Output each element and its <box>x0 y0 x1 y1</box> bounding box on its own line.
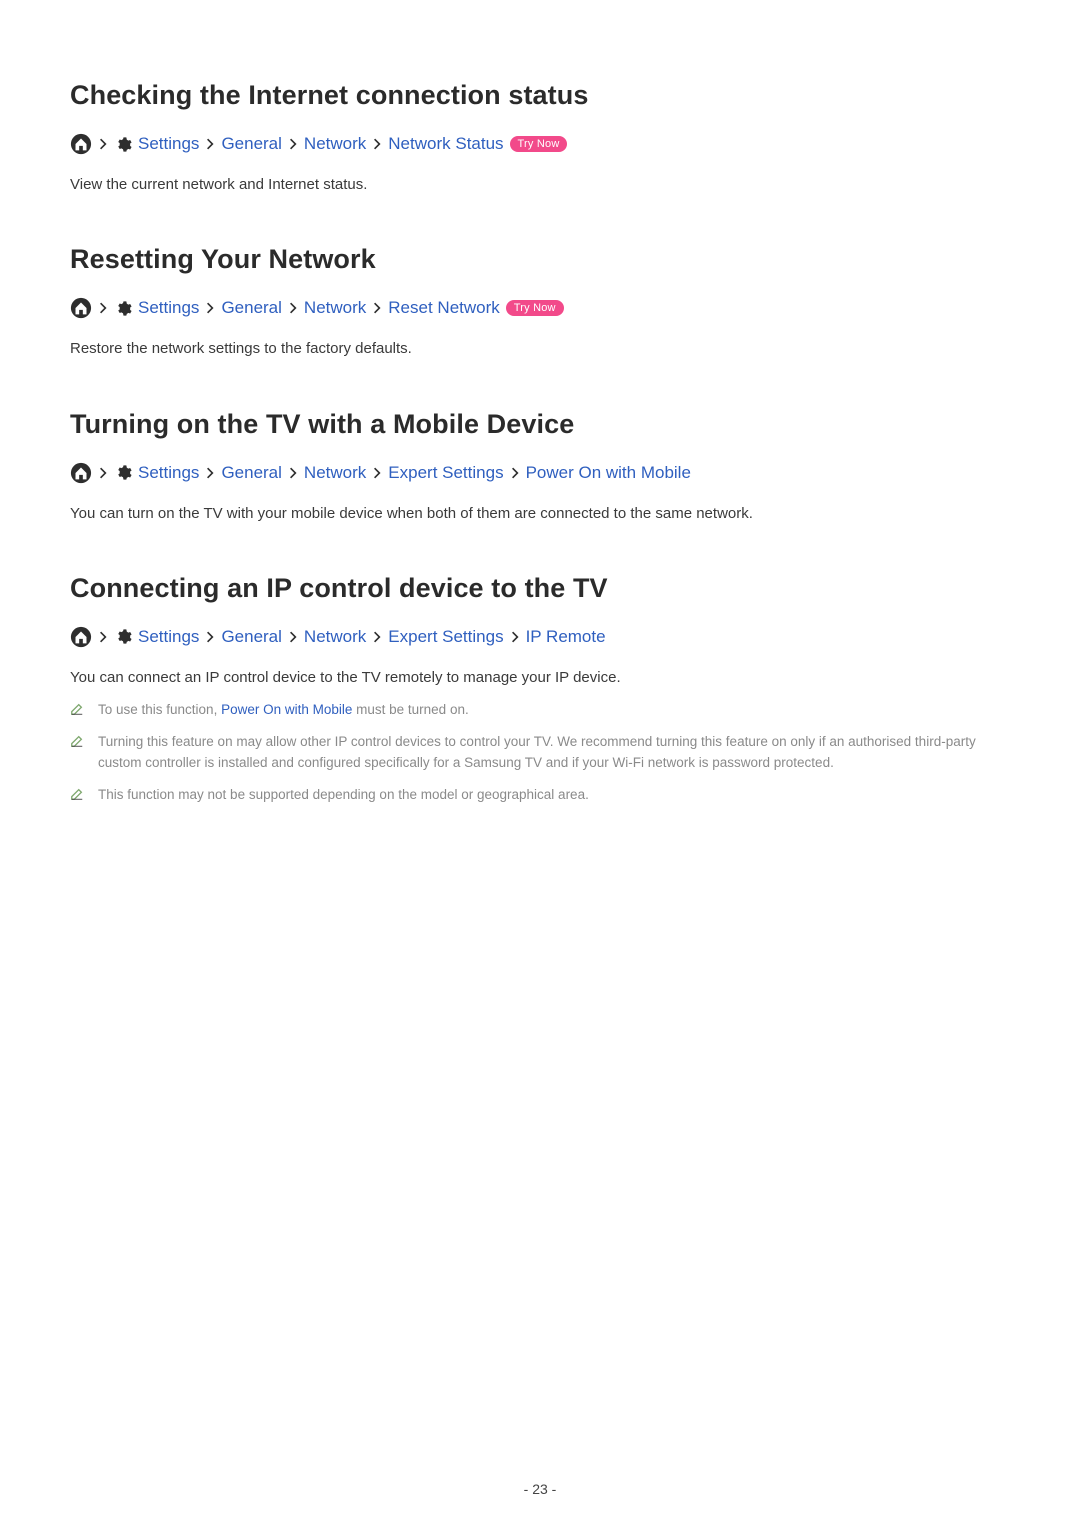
chevron-right-icon <box>205 630 215 644</box>
chevron-right-icon <box>205 301 215 315</box>
path-settings[interactable]: Settings <box>138 463 199 483</box>
chevron-right-icon <box>98 466 108 480</box>
nav-path-reset: Settings General Network Reset Network T… <box>70 297 1010 319</box>
try-now-badge[interactable]: Try Now <box>510 136 568 152</box>
path-expert-settings[interactable]: Expert Settings <box>388 627 503 647</box>
path-network[interactable]: Network <box>304 298 366 318</box>
note-1-link[interactable]: Power On with Mobile <box>221 702 352 717</box>
heading-reset: Resetting Your Network <box>70 244 1010 275</box>
section-ip-control: Connecting an IP control device to the T… <box>70 573 1010 806</box>
heading-ip: Connecting an IP control device to the T… <box>70 573 1010 604</box>
home-icon <box>70 297 92 319</box>
path-settings[interactable]: Settings <box>138 134 199 154</box>
pencil-icon <box>70 786 86 802</box>
pencil-icon <box>70 733 86 749</box>
chevron-right-icon <box>510 466 520 480</box>
gear-icon <box>114 135 132 153</box>
chevron-right-icon <box>205 137 215 151</box>
heading-mobile: Turning on the TV with a Mobile Device <box>70 409 1010 440</box>
nav-path-mobile: Settings General Network Expert Settings… <box>70 462 1010 484</box>
chevron-right-icon <box>205 466 215 480</box>
path-general[interactable]: General <box>221 463 281 483</box>
chevron-right-icon <box>372 466 382 480</box>
nav-path-ip: Settings General Network Expert Settings… <box>70 626 1010 648</box>
body-reset: Restore the network settings to the fact… <box>70 337 1010 360</box>
note-1: To use this function, Power On with Mobi… <box>70 699 1010 721</box>
path-general[interactable]: General <box>221 627 281 647</box>
chevron-right-icon <box>510 630 520 644</box>
home-icon <box>70 626 92 648</box>
try-now-badge[interactable]: Try Now <box>506 300 564 316</box>
note-1-text: To use this function, Power On with Mobi… <box>98 699 469 721</box>
gear-icon <box>114 299 132 317</box>
heading-check: Checking the Internet connection status <box>70 80 1010 111</box>
chevron-right-icon <box>98 630 108 644</box>
path-settings[interactable]: Settings <box>138 298 199 318</box>
path-settings[interactable]: Settings <box>138 627 199 647</box>
home-icon <box>70 462 92 484</box>
body-mobile: You can turn on the TV with your mobile … <box>70 502 1010 525</box>
page-number: - 23 - <box>0 1481 1080 1497</box>
path-general[interactable]: General <box>221 298 281 318</box>
path-general[interactable]: General <box>221 134 281 154</box>
chevron-right-icon <box>288 137 298 151</box>
path-expert-settings[interactable]: Expert Settings <box>388 463 503 483</box>
path-reset-network[interactable]: Reset Network <box>388 298 499 318</box>
pencil-icon <box>70 701 86 717</box>
path-power-on-mobile[interactable]: Power On with Mobile <box>526 463 691 483</box>
note-1-post: must be turned on. <box>352 702 468 717</box>
path-network-status[interactable]: Network Status <box>388 134 503 154</box>
note-1-pre: To use this function, <box>98 702 221 717</box>
body-ip: You can connect an IP control device to … <box>70 666 1010 689</box>
chevron-right-icon <box>98 137 108 151</box>
section-reset-network: Resetting Your Network Settings General … <box>70 244 1010 360</box>
section-mobile-power: Turning on the TV with a Mobile Device S… <box>70 409 1010 525</box>
note-2: Turning this feature on may allow other … <box>70 731 1010 774</box>
section-check-connection: Checking the Internet connection status … <box>70 80 1010 196</box>
chevron-right-icon <box>288 466 298 480</box>
chevron-right-icon <box>288 301 298 315</box>
chevron-right-icon <box>372 301 382 315</box>
path-network[interactable]: Network <box>304 463 366 483</box>
chevron-right-icon <box>372 630 382 644</box>
path-network[interactable]: Network <box>304 627 366 647</box>
body-check: View the current network and Internet st… <box>70 173 1010 196</box>
gear-icon <box>114 628 132 646</box>
path-network[interactable]: Network <box>304 134 366 154</box>
note-2-text: Turning this feature on may allow other … <box>98 731 1010 774</box>
path-ip-remote[interactable]: IP Remote <box>526 627 606 647</box>
gear-icon <box>114 464 132 482</box>
note-3: This function may not be supported depen… <box>70 784 1010 806</box>
chevron-right-icon <box>372 137 382 151</box>
chevron-right-icon <box>98 301 108 315</box>
nav-path-check: Settings General Network Network Status … <box>70 133 1010 155</box>
note-3-text: This function may not be supported depen… <box>98 784 589 806</box>
chevron-right-icon <box>288 630 298 644</box>
home-icon <box>70 133 92 155</box>
